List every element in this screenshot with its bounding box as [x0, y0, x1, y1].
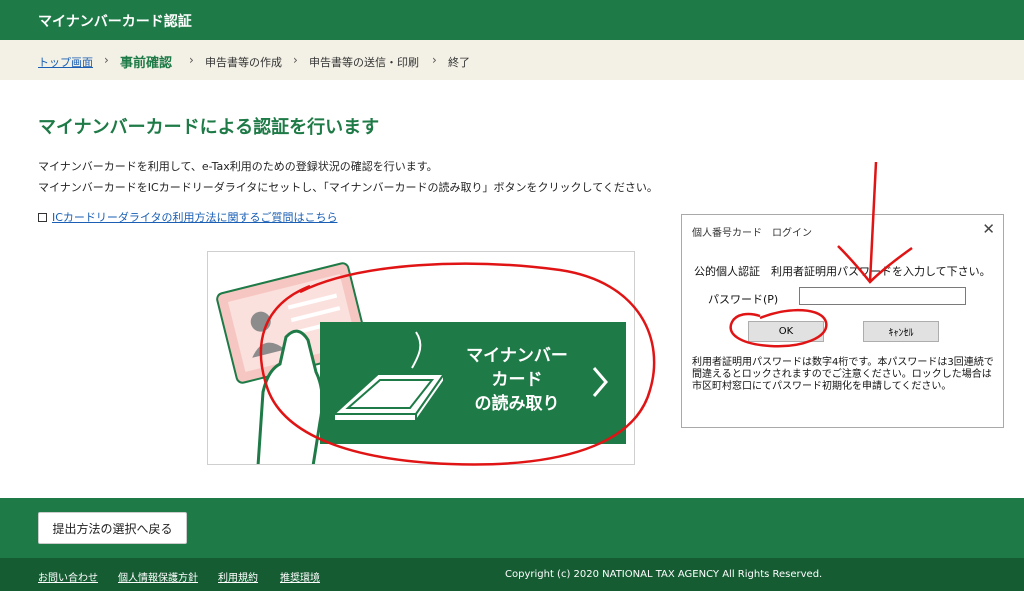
page-title: マイナンバーカードによる認証を行います: [38, 117, 380, 138]
chevron-right-icon: [592, 367, 608, 397]
cancel-button[interactable]: ｷｬﾝｾﾙ: [863, 321, 939, 342]
footer-link-environment[interactable]: 推奨環境: [280, 569, 320, 584]
breadcrumb-separator: ›: [293, 53, 298, 67]
login-dialog: 個人番号カード ログイン ✕ 公的個人認証 利用者証明用パスワードを入力して下さ…: [681, 214, 1004, 428]
breadcrumb-item-create: 申告書等の作成: [205, 56, 282, 69]
breadcrumb: トップ画面 › 事前確認 › 申告書等の作成 › 申告書等の送信・印刷 › 終了: [0, 40, 1024, 80]
description-line-2: マイナンバーカードをICカードリーダライタにセットし、「マイナンバーカードの読み…: [38, 181, 658, 194]
read-mynumber-card-button[interactable]: マイナンバー カード の読み取り: [320, 322, 626, 444]
help-link-row: ICカードリーダライタの利用方法に関するご質問はこちら: [38, 209, 337, 225]
copyright: Copyright (c) 2020 NATIONAL TAX AGENCY A…: [505, 569, 823, 580]
dialog-prompt: 公的個人認証 利用者証明用パスワードを入力して下さい。: [694, 265, 991, 278]
back-to-method-selection-button[interactable]: 提出方法の選択へ戻る: [38, 512, 187, 544]
top-bar: マイナンバーカード認証: [0, 0, 1024, 40]
footer-link-contact[interactable]: お問い合わせ: [38, 569, 98, 584]
read-button-label: マイナンバー カード の読み取り: [466, 346, 568, 413]
external-window-icon: [38, 213, 47, 222]
footer: お問い合わせ 個人情報保護方針 利用規約 推奨環境 Copyright (c) …: [0, 558, 1024, 591]
breadcrumb-separator: ›: [104, 53, 109, 67]
password-label: パスワード(P): [708, 293, 779, 306]
description-line-1: マイナンバーカードを利用して、e-Tax利用のための登録状況の確認を行います。: [38, 160, 438, 173]
page-header-title: マイナンバーカード認証: [38, 14, 192, 30]
breadcrumb-item-send: 申告書等の送信・印刷: [309, 56, 419, 69]
breadcrumb-item-current: 事前確認: [120, 56, 173, 71]
footer-link-privacy[interactable]: 個人情報保護方針: [118, 569, 198, 584]
password-note: 利用者証明用パスワードは数字4桁です。本パスワードは3回連続で間違えるとロックさ…: [692, 357, 994, 392]
dialog-title: 個人番号カード ログイン: [692, 228, 812, 239]
card-reader-icon: [331, 331, 446, 425]
close-icon[interactable]: ✕: [982, 220, 995, 238]
breadcrumb-item-end: 終了: [448, 56, 470, 69]
help-link[interactable]: ICカードリーダライタの利用方法に関するご質問はこちら: [52, 211, 337, 224]
footer-link-terms[interactable]: 利用規約: [218, 569, 258, 584]
ok-button[interactable]: OK: [748, 321, 824, 342]
breadcrumb-separator: ›: [189, 53, 194, 67]
breadcrumb-separator: ›: [432, 53, 437, 67]
breadcrumb-item-top[interactable]: トップ画面: [38, 54, 93, 70]
password-input[interactable]: [799, 287, 966, 305]
